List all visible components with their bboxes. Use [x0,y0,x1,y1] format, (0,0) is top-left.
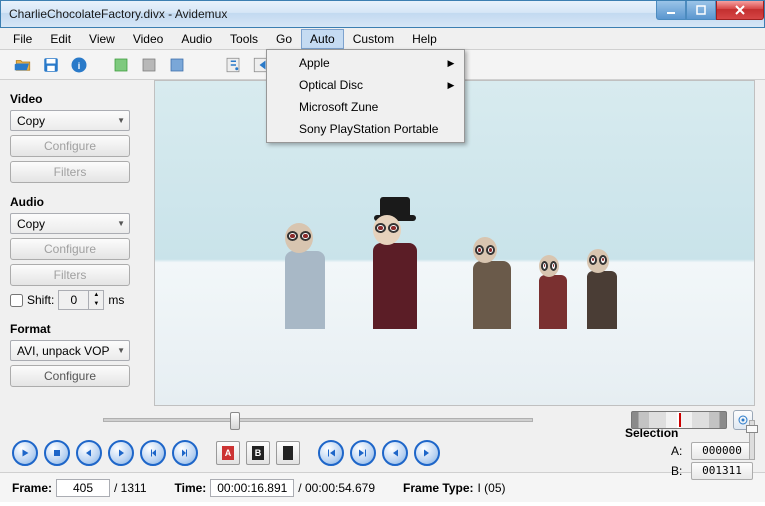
goto-end-button[interactable] [350,440,376,466]
sidebar: Video Copy▼ Configure Filters Audio Copy… [0,80,154,406]
volume-thumb[interactable] [746,425,758,433]
format-configure-button[interactable]: Configure [10,365,130,387]
chevron-down-icon: ▼ [117,219,125,228]
video-filters-button[interactable]: Filters [10,161,130,183]
menu-file[interactable]: File [4,29,41,49]
window-buttons [656,1,764,20]
menu-audio[interactable]: Audio [172,29,221,49]
jog-wheel[interactable] [631,411,727,429]
maximize-button[interactable] [686,1,716,20]
menu-video[interactable]: Video [124,29,172,49]
menu-view[interactable]: View [80,29,124,49]
info-button[interactable]: i [66,53,92,77]
selection-a-label: A: [671,444,685,458]
selection-panel: Selection A: 000000 B: 001311 [625,426,753,480]
open-button[interactable] [10,53,36,77]
menu-auto-optical[interactable]: Optical Disc▶ [269,74,462,96]
save-script-button[interactable] [136,53,162,77]
menu-go[interactable]: Go [267,29,301,49]
audio-shift-spinner[interactable]: 0 ▲▼ [58,290,104,310]
frametype-label: Frame Type: [403,481,473,495]
play-button[interactable] [12,440,38,466]
frametype-value: I (05) [478,481,506,495]
menu-custom[interactable]: Custom [344,29,403,49]
frame-input[interactable]: 405 [56,479,110,497]
load-script-button[interactable] [108,53,134,77]
video-panel-title: Video [10,92,144,106]
selection-b-value[interactable]: 001311 [691,462,753,480]
calculator-button[interactable] [220,53,246,77]
close-button[interactable] [716,1,764,20]
audio-codec-combo[interactable]: Copy▼ [10,213,130,234]
format-combo[interactable]: AVI, unpack VOP▼ [10,340,130,361]
chevron-down-icon: ▼ [117,346,125,355]
goto-marker-b-button[interactable] [414,440,440,466]
menu-auto[interactable]: Auto [301,29,344,49]
next-frame-button[interactable] [108,440,134,466]
spinner-down-icon[interactable]: ▼ [88,300,103,309]
transport-bar: A B Selection A: 000000 B: 001311 [0,434,765,472]
menu-bar: File Edit View Video Audio Tools Go Auto… [0,28,765,50]
audio-panel-title: Audio [10,195,144,209]
prev-keyframe-button[interactable] [140,440,166,466]
menu-tools[interactable]: Tools [221,29,267,49]
selection-a-value[interactable]: 000000 [691,442,753,460]
submenu-arrow-icon: ▶ [448,58,455,69]
save-image-button[interactable] [164,53,190,77]
submenu-arrow-icon: ▶ [448,80,455,91]
minimize-button[interactable] [656,1,686,20]
video-codec-combo[interactable]: Copy▼ [10,110,130,131]
volume-slider[interactable] [749,420,755,460]
menu-auto-psp[interactable]: Sony PlayStation Portable [269,118,462,140]
menu-help[interactable]: Help [403,29,446,49]
prev-black-frame-button[interactable] [276,441,300,465]
time-input[interactable]: 00:00:16.891 [210,479,294,497]
format-panel-title: Format [10,322,144,336]
time-total: / 00:00:54.679 [298,481,375,495]
frame-total: / 1311 [114,481,146,495]
selection-b-label: B: [671,464,685,478]
auto-submenu: Apple▶ Optical Disc▶ Microsoft Zune Sony… [266,49,465,143]
title-bar: CharlieChocolateFactory.divx - Avidemux [0,0,765,28]
menu-edit[interactable]: Edit [41,29,80,49]
svg-text:i: i [78,60,81,70]
frame-label: Frame: [12,481,52,495]
spinner-up-icon[interactable]: ▲ [88,291,103,300]
audio-shift-label: Shift: [27,293,54,307]
set-marker-b-button[interactable]: B [246,441,270,465]
video-configure-button[interactable]: Configure [10,135,130,157]
menu-auto-apple[interactable]: Apple▶ [269,52,462,74]
timeline-thumb[interactable] [230,412,240,430]
set-marker-a-button[interactable]: A [216,441,240,465]
audio-filters-button[interactable]: Filters [10,264,130,286]
stop-button[interactable] [44,440,70,466]
save-button[interactable] [38,53,64,77]
audio-shift-row: Shift: 0 ▲▼ ms [10,290,144,310]
audio-shift-unit: ms [108,293,124,307]
chevron-down-icon: ▼ [117,116,125,125]
time-label: Time: [175,481,207,495]
timeline-track[interactable] [103,418,533,422]
goto-marker-a-button[interactable] [382,440,408,466]
window-title: CharlieChocolateFactory.divx - Avidemux [9,7,227,21]
menu-auto-zune[interactable]: Microsoft Zune [269,96,462,118]
audio-configure-button[interactable]: Configure [10,238,130,260]
audio-shift-checkbox[interactable] [10,294,23,307]
prev-frame-button[interactable] [76,440,102,466]
next-keyframe-button[interactable] [172,440,198,466]
goto-start-button[interactable] [318,440,344,466]
